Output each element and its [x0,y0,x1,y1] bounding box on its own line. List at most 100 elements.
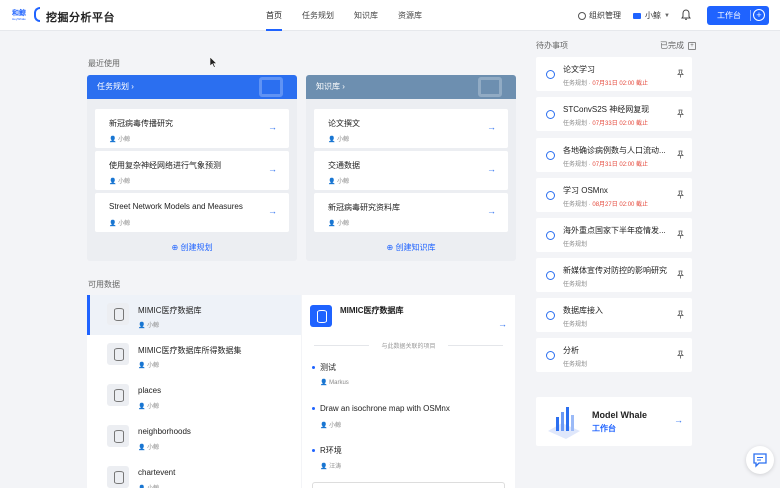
todo-checkbox[interactable] [546,70,555,79]
arrow-right-icon[interactable]: → [268,164,277,174]
todo-checkbox[interactable] [546,151,555,160]
arrow-right-icon[interactable]: → [487,164,496,174]
workbench-button[interactable]: 工作台 + [707,6,769,25]
pin-icon[interactable] [676,190,685,199]
pin-icon[interactable] [676,230,685,239]
more-button[interactable] [312,482,505,488]
todo-item[interactable]: 学习 OSMnx 任务规划 · 08月27日 02:00 截止 [536,178,692,212]
model-whale-card[interactable]: Model Whale 工作台 → [536,397,692,446]
user-name: 小鲸 [645,11,661,20]
todo-type: 任务规划 [563,322,588,328]
pin-icon[interactable] [676,150,685,159]
user-menu[interactable]: 小鲸 ▼ [633,10,670,21]
data-list-item[interactable]: MIMIC医疗数据库 👤 小鲸 [87,295,301,335]
related-project[interactable]: 测试 [312,362,336,373]
nav-tab-home[interactable]: 首页 [258,0,290,31]
nav-tab-knowledge[interactable]: 知识库 [346,0,386,31]
create-knowledge-button[interactable]: ⊕ 创建知识库 [306,242,516,253]
database-icon [107,343,129,365]
data-owner-name: 小鲸 [147,404,160,410]
chat-button[interactable] [746,446,774,474]
nav-tab-planning[interactable]: 任务规划 [294,0,342,31]
data-owner: 👤 小鲸 [138,401,159,410]
todo-checkbox[interactable] [546,351,555,360]
plus-circle-icon[interactable]: + [753,9,765,21]
todo-meta: 任务规划 · 07月33日 02:00 截止 [563,121,649,127]
todo-item[interactable]: 海外重点国家下半年疫情发... 任务规划 [536,218,692,252]
todo-item[interactable]: 论文学习 任务规划 · 07月31日 02:00 截止 [536,57,692,91]
item-owner-name: 小鲸 [337,137,350,143]
todo-name: 论文学习 [563,65,595,74]
item-owner: 👤 小鲸 [109,134,130,143]
todo-checkbox[interactable] [546,191,555,200]
item-title: 论文撰文 [328,119,360,128]
todo-item[interactable]: STConvS2S 神经网复现 任务规划 · 07月33日 02:00 截止 [536,97,692,131]
arrow-right-icon[interactable]: → [674,415,683,425]
todo-name: 各地确诊病例数与人口流动... [563,146,666,155]
folder-illustration-icon [478,77,502,97]
data-owner-name: 小鲸 [147,323,160,329]
arrow-right-icon[interactable]: → [268,122,277,132]
arrow-right-icon[interactable]: → [498,319,507,329]
data-name: MIMIC医疗数据库 [138,306,202,315]
related-project[interactable]: Draw an isochrone map with OSMnx [312,404,450,413]
arrow-right-icon[interactable]: → [487,122,496,132]
knowledge-header[interactable]: 知识库 › [306,75,516,99]
todo-item[interactable]: 各地确诊病例数与人口流动... 任务规划 · 07月31日 02:00 截止 [536,138,692,172]
plus-square-icon: + [688,41,696,50]
data-list-item[interactable]: chartevent 👤 小鲸 [87,458,301,488]
todo-name: 学习 OSMnx [563,186,608,195]
chat-bubble-icon [753,453,767,468]
project-owner: 👤 汪涛 [320,461,341,470]
knowledge-item[interactable]: 交通数据 👤 小鲸 → [314,151,508,190]
project-owner-name: 汪涛 [329,464,342,470]
data-name: MIMIC医疗数据库所得数据集 [138,346,242,355]
todo-checkbox[interactable] [546,110,555,119]
logo-mark-icon [34,7,40,22]
recent-section-title: 最近使用 [88,59,120,68]
main-nav: 首页 任务规划 知识库 资源库 [258,0,434,31]
todo-checkbox[interactable] [546,271,555,280]
planning-item[interactable]: 新冠病毒传播研究 👤 小鲸 → [95,109,289,148]
data-list-item[interactable]: MIMIC医疗数据库所得数据集 👤 小鲸 [87,335,301,375]
data-owner-name: 小鲸 [147,363,160,369]
todo-item[interactable]: 分析 任务规划 [536,338,692,372]
project-owner: 👤 Markus [320,379,349,386]
pin-icon[interactable] [676,350,685,359]
todo-checkbox[interactable] [546,231,555,240]
pin-icon[interactable] [676,109,685,118]
related-project[interactable]: R环境 [312,445,342,456]
planning-item[interactable]: 使用复杂神经网络进行气象预测 👤 小鲸 → [95,151,289,190]
create-plan-label: 创建规划 [180,243,213,252]
heywhale-logo[interactable]: 和鲸 HeyWhale [12,7,40,22]
create-plan-button[interactable]: ⊕ 创建规划 [87,242,297,253]
todo-item[interactable]: 数据库接入 任务规划 [536,298,692,332]
chevron-right-icon: › [131,82,134,91]
todo-checkbox[interactable] [546,311,555,320]
pin-icon[interactable] [676,69,685,78]
todo-name: 新媒体宣传对防控的影响研究 [563,266,667,275]
user-icon: 👤 [320,464,330,470]
data-list-item[interactable]: neighborhoods 👤 小鲸 [87,417,301,457]
org-management-link[interactable]: 组织管理 [578,10,621,21]
arrow-right-icon[interactable]: → [487,206,496,216]
knowledge-item[interactable]: 新冠病毒研究资料库 👤 小鲸 → [314,193,508,232]
chevron-right-icon: › [342,82,345,91]
bell-icon[interactable] [681,9,691,21]
pin-icon[interactable] [676,270,685,279]
database-icon [107,466,129,488]
todo-item[interactable]: 新媒体宣传对防控的影响研究 任务规划 [536,258,692,292]
nav-tab-resources[interactable]: 资源库 [390,0,430,31]
data-list-item[interactable]: places 👤 小鲸 [87,376,301,416]
arrow-right-icon[interactable]: → [268,206,277,216]
item-owner: 👤 小鲸 [328,218,349,227]
bullet-icon [312,407,315,411]
project-owner-name: 小鲸 [329,423,342,429]
item-title: 交通数据 [328,161,360,170]
pin-icon[interactable] [676,310,685,319]
knowledge-item[interactable]: 论文撰文 👤 小鲸 → [314,109,508,148]
completed-link[interactable]: 已完成 + [660,40,696,51]
todo-name: 数据库接入 [563,306,603,315]
planning-header[interactable]: 任务规划 › [87,75,297,99]
planning-item[interactable]: Street Network Models and Measures 👤 小鲸 … [95,193,289,232]
